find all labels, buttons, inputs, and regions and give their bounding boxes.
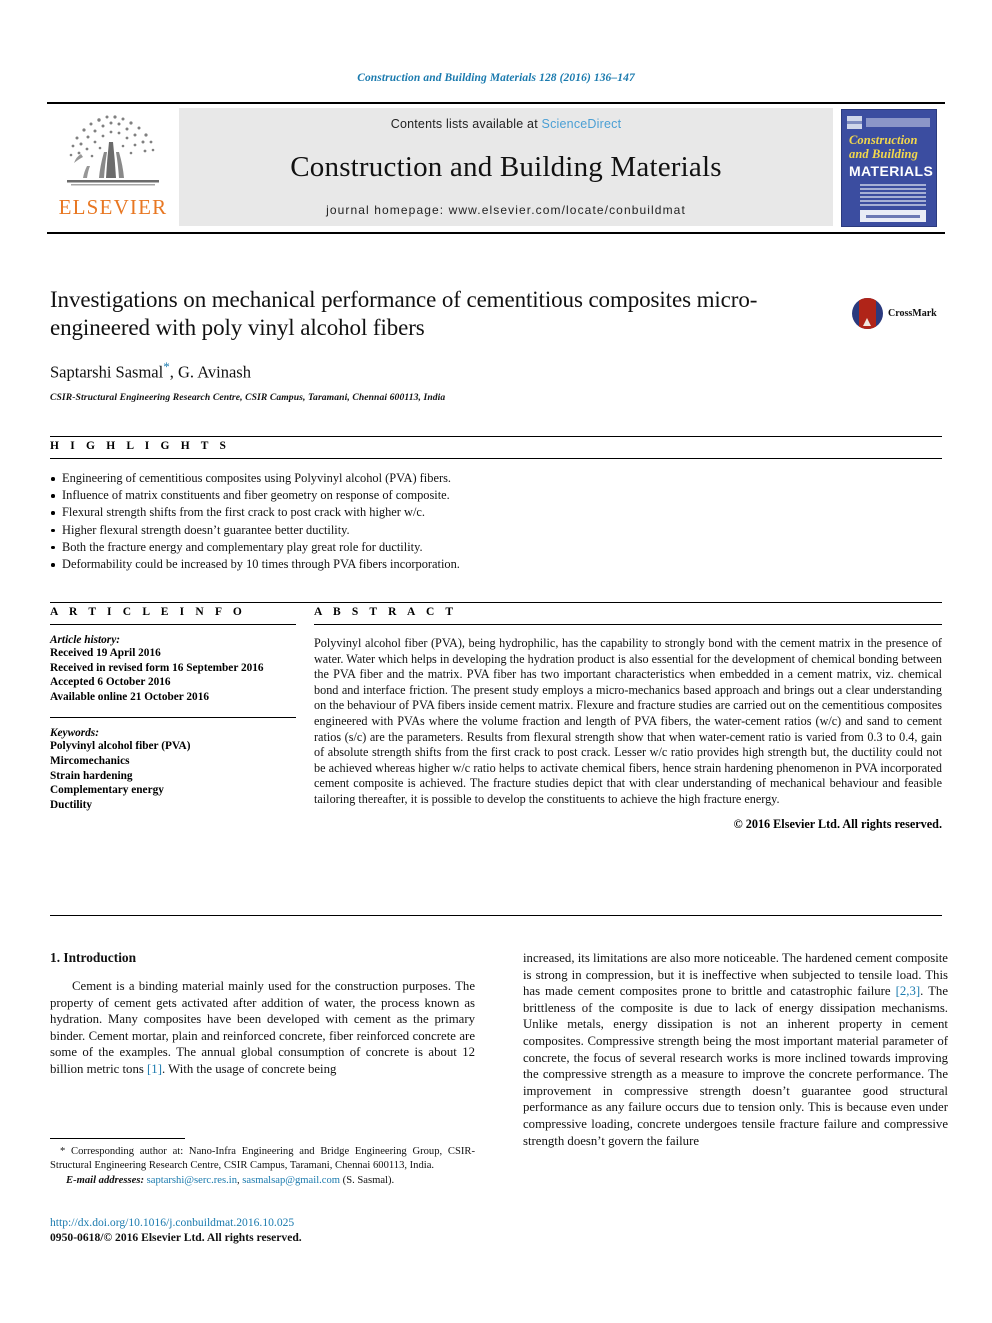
paper-page: Construction and Building Materials 128 … [0,0,992,1323]
keyword-item: Mircomechanics [50,754,130,767]
intro-text-d: . The brittleness of the composite is du… [523,984,948,1148]
abstract-label: A B S T R A C T [314,606,458,618]
cover-blurb-lines [860,184,926,206]
footnote-rule [50,1138,185,1139]
highlights-list: Engineering of cementitious composites u… [50,470,942,573]
elsevier-wordmark: ELSEVIER [58,195,168,219]
article-info-label: A R T I C L E I N F O [50,606,246,618]
citation-ref-1[interactable]: [1] [147,1062,162,1076]
body-top-rule [50,915,942,916]
history-item: Received in revised form 16 September 20… [50,661,264,674]
highlights-section: H I G H L I G H T S Engineering of cemen… [50,440,942,573]
journal-homepage-link[interactable]: journal homepage: www.elsevier.com/locat… [326,203,686,217]
cover-line3: MATERIALS [849,163,934,179]
author-primary: Saptarshi Sasmal [50,362,164,382]
article-history-block: Article history: Received 19 April 2016 … [50,634,296,704]
history-item: Available online 21 October 2016 [50,690,209,703]
info-abstract-section: A R T I C L E I N F O Article history: R… [50,606,942,832]
keyword-item: Strain hardening [50,769,133,782]
journal-title: Construction and Building Materials [290,150,722,183]
cover-line2: and Building [849,147,918,161]
intro-text-c: increased, its limitations are also more… [523,951,948,999]
infoabs-top-rule [50,602,942,603]
highlights-label: H I G H L I G H T S [50,440,231,452]
keyword-item: Polyvinyl alcohol fiber (PVA) [50,740,191,753]
article-info-rule [50,624,296,625]
article-title: Investigations on mechanical performance… [50,287,758,340]
abstract-copyright: © 2016 Elsevier Ltd. All rights reserved… [733,816,942,831]
contents-prefix: Contents lists available at [390,117,542,131]
affiliation: CSIR-Structural Engineering Research Cen… [50,391,446,403]
history-item: Received 19 April 2016 [50,647,161,659]
history-item: Accepted 6 October 2016 [50,676,171,689]
list-item: Deformability could be increased by 10 t… [50,556,942,573]
sciencedirect-link[interactable]: ScienceDirect [542,117,622,131]
cover-elsevier-mark-icon [847,116,862,129]
citation-ref-2-3[interactable]: [2,3] [896,984,921,998]
elsevier-tree-icon [67,115,159,186]
doi-link[interactable]: http://dx.doi.org/10.1016/j.conbuildmat.… [50,1216,550,1229]
journal-cover-thumbnail: Construction and Building MATERIALS [833,104,945,232]
article-history-label: Article history: [50,634,120,646]
list-item: Engineering of cementitious composites u… [50,470,942,487]
elsevier-logo: ELSEVIER [47,104,179,232]
list-item: Influence of matrix constituents and fib… [50,487,942,504]
abstract-text: Polyvinyl alcohol fiber (PVA), being hyd… [314,636,942,806]
intro-paragraph-right: increased, its limitations are also more… [523,950,948,1149]
list-item: Both the fracture energy and complementa… [50,539,942,556]
page-footer: http://dx.doi.org/10.1016/j.conbuildmat.… [50,1216,550,1244]
contents-available-line: Contents lists available at ScienceDirec… [391,117,622,131]
article-info-column: A R T I C L E I N F O Article history: R… [50,606,296,832]
email-suffix: (S. Sasmal). [340,1175,395,1187]
keywords-divider [50,717,296,719]
crossmark-badge[interactable]: CrossMark [852,292,944,334]
crossmark-label: CrossMark [888,307,937,319]
issn-copyright: 0950-0618/© 2016 Elsevier Ltd. All right… [50,1231,302,1244]
highlights-rule [50,458,942,459]
body-columns: 1. Introduction Cement is a binding mate… [50,950,948,1149]
title-block: Investigations on mechanical performance… [50,286,840,403]
intro-paragraph-left: Cement is a binding material mainly used… [50,978,475,1078]
keywords-label: Keywords: [50,727,99,740]
keyword-item: Ductility [50,798,93,811]
corresponding-author-note: * Corresponding author at: Nano-Infra En… [50,1146,475,1171]
intro-text-b: . With the usage of concrete being [161,1061,337,1076]
highlights-top-rule [50,436,942,437]
email-link-2[interactable]: sasmalsap@gmail.com [242,1175,340,1186]
body-column-left: 1. Introduction Cement is a binding mate… [50,950,475,1149]
abstract-column: A B S T R A C T Polyvinyl alcohol fiber … [314,606,942,832]
cover-footer-line [866,215,920,218]
journal-masthead: ELSEVIER Contents lists available at Sci… [47,102,945,234]
list-item: Higher flexural strength doesn’t guarant… [50,522,942,539]
keyword-item: Complementary energy [50,784,164,797]
email-label: E-mail addresses: [66,1175,144,1187]
masthead-center-panel: Contents lists available at ScienceDirec… [179,108,833,226]
cover-line1: Construction [849,133,918,147]
cover-band [866,118,930,127]
email-addresses-note: E-mail addresses: saptarshi@serc.res.in,… [50,1174,475,1188]
author-secondary: , G. Avinash [169,362,251,382]
email-link-1[interactable]: saptarshi@serc.res.in [147,1175,237,1186]
author-list: Saptarshi Sasmal*, G. Avinash [50,359,840,383]
crossmark-icon [852,297,883,329]
list-item: Flexural strength shifts from the first … [50,504,942,521]
section-heading-introduction: 1. Introduction [50,950,137,965]
body-column-right: increased, its limitations are also more… [523,950,948,1149]
abstract-rule [314,624,942,625]
footnote-block: * Corresponding author at: Nano-Infra En… [50,1138,475,1188]
running-head: Construction and Building Materials 128 … [357,72,635,84]
